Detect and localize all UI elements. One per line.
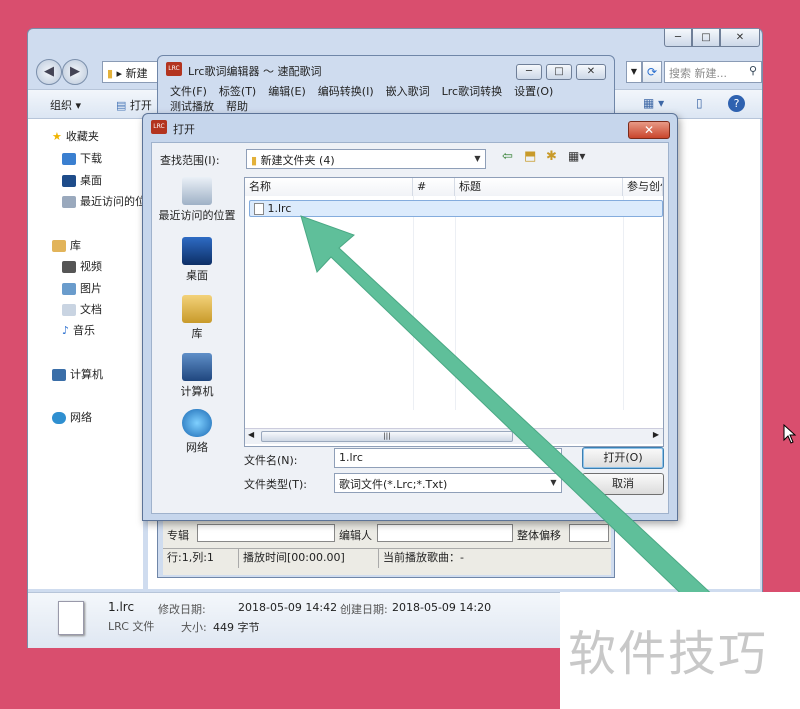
watermark-text: 软件技巧 (568, 626, 769, 682)
mouse-cursor-icon (783, 424, 797, 444)
arrow-shape (300, 215, 717, 611)
watermark-area: 软件技巧 (560, 592, 800, 709)
